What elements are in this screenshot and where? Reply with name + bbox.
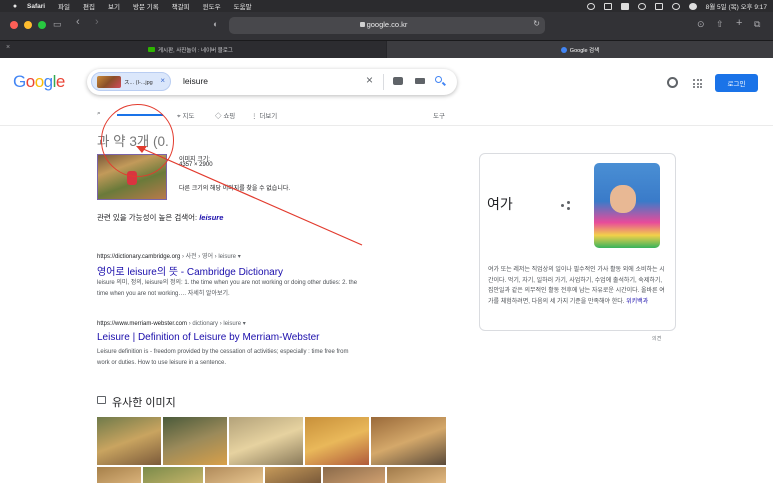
annotation-arrow: [136, 146, 363, 246]
